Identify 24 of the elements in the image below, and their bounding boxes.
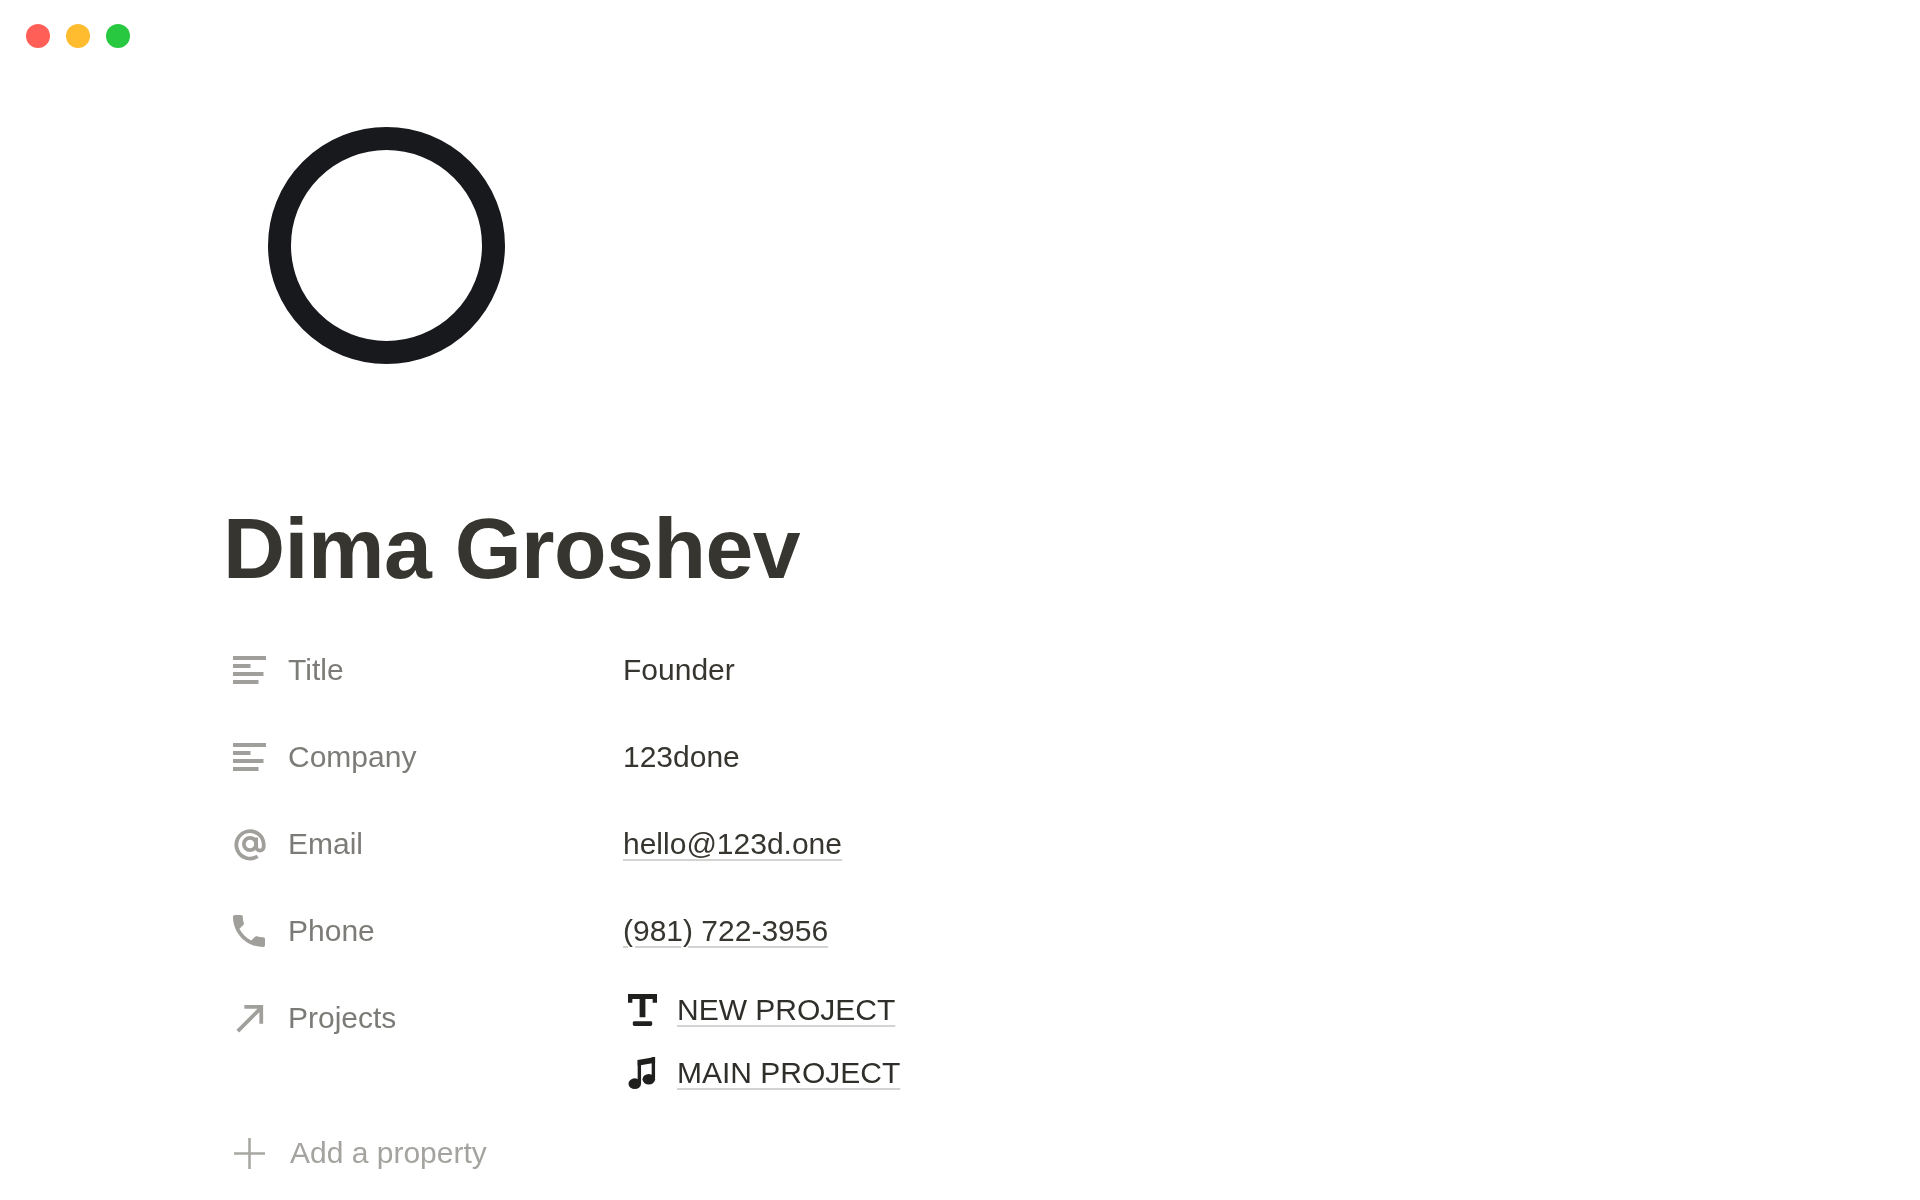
page-title: Dima Groshev xyxy=(223,500,801,597)
letter-t-icon xyxy=(628,993,657,1027)
phone-link[interactable]: (981) 722-3956 xyxy=(623,909,829,953)
music-note-icon xyxy=(628,1056,657,1090)
text-lines-icon xyxy=(233,743,266,771)
at-sign-icon xyxy=(233,827,267,861)
plus-icon xyxy=(233,1136,266,1170)
property-label: Company xyxy=(288,739,417,775)
phone-icon xyxy=(233,915,265,947)
email-link[interactable]: hello@123d.one xyxy=(623,822,842,866)
property-label: Email xyxy=(288,826,363,862)
page-link[interactable]: MAIN PROJECT xyxy=(677,1051,901,1095)
text-lines-icon xyxy=(233,656,266,684)
window-control-button[interactable] xyxy=(26,24,50,48)
property-value: Founder xyxy=(623,652,735,688)
window-control-button[interactable] xyxy=(66,24,90,48)
property-value: 123done xyxy=(623,739,740,775)
ring-icon xyxy=(268,127,505,364)
property-label: Phone xyxy=(288,913,375,949)
property-label: Projects xyxy=(288,1000,397,1036)
property-label: Title xyxy=(288,652,344,688)
window-control-button[interactable] xyxy=(106,24,130,48)
page-link[interactable]: NEW PROJECT xyxy=(677,988,896,1032)
arrow-icon xyxy=(235,1003,265,1033)
